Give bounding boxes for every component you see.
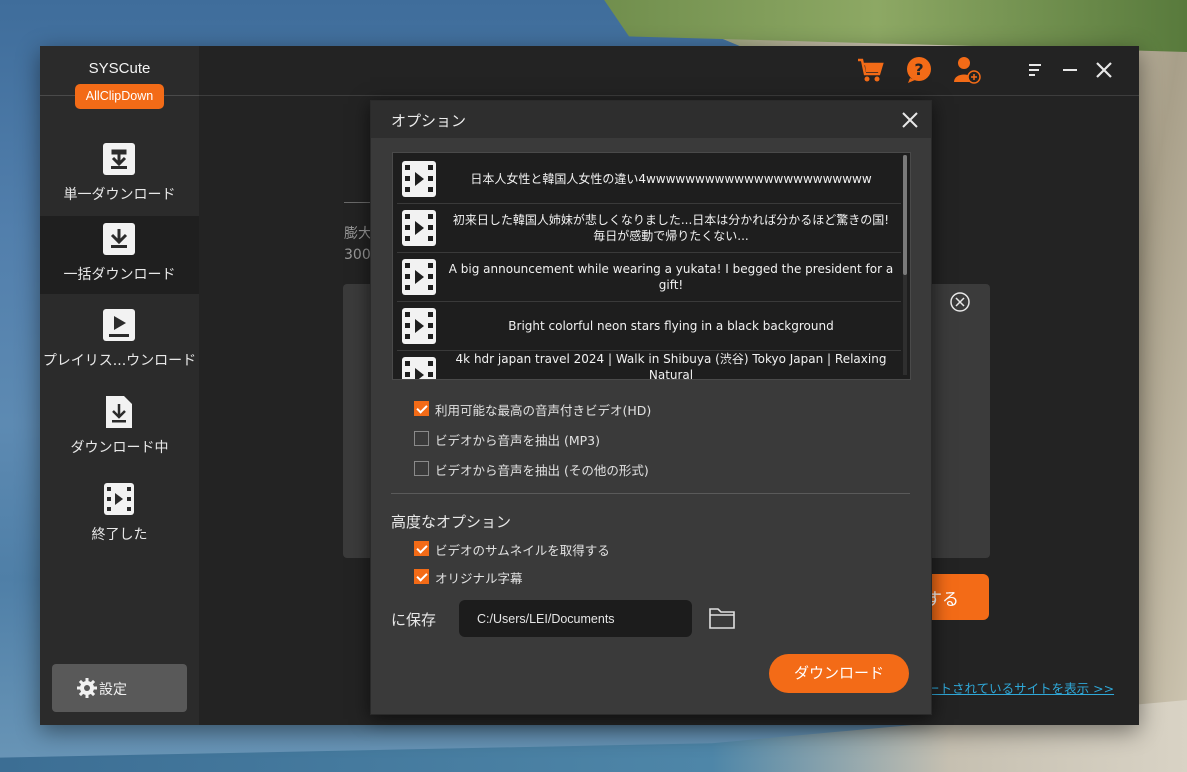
batch-download-icon <box>103 223 135 255</box>
sidebar-item-label: 終了した <box>91 527 148 543</box>
dialog-header: オプション <box>371 101 931 138</box>
close-icon[interactable] <box>1094 60 1114 80</box>
save-to-label: に保存 <box>391 611 437 629</box>
folder-icon[interactable] <box>708 606 736 630</box>
option-label: オリジナル字幕 <box>435 571 523 586</box>
sidebar-item-downloading[interactable]: ダウンロード中 <box>40 389 199 467</box>
checkbox[interactable] <box>414 461 429 476</box>
gear-icon <box>77 678 97 698</box>
video-list[interactable]: 日本人女性と韓国人女性の違い4wwwwwwwwwwwwwwwwwwwwwww 初… <box>392 152 911 380</box>
checkbox[interactable] <box>414 401 429 416</box>
sidebar-item-label: 単一ダウンロード <box>63 187 176 203</box>
settings-label: 設定 <box>99 682 127 698</box>
video-file-icon <box>402 210 436 246</box>
sidebar-item-label: ダウンロード中 <box>70 440 169 456</box>
video-file-icon <box>402 259 436 295</box>
help-icon[interactable]: ? <box>905 56 933 84</box>
checkbox[interactable] <box>414 541 429 556</box>
background-text: 300 <box>344 247 371 263</box>
sidebar-item-label: プレイリス...ウンロード <box>42 353 197 369</box>
save-path-input[interactable] <box>459 600 692 637</box>
video-title: Bright colorful neon stars flying in a b… <box>508 318 834 333</box>
background-text: 膨大 <box>344 226 372 242</box>
video-title: 4k hdr japan travel 2024 | Walk in Shibu… <box>455 352 887 380</box>
download-button[interactable]: ダウンロード <box>769 654 909 693</box>
minimize-icon[interactable] <box>1060 60 1080 80</box>
checkbox[interactable] <box>414 569 429 584</box>
video-file-icon <box>402 308 436 344</box>
product-badge: AllClipDown <box>75 84 164 109</box>
svg-text:?: ? <box>914 60 923 79</box>
sidebar-item-finished[interactable]: 終了した <box>40 476 199 554</box>
add-user-icon[interactable] <box>953 56 981 84</box>
supported-sites-link[interactable]: ートされているサイトを表示 >> <box>927 678 1114 697</box>
video-row[interactable]: 日本人女性と韓国人女性の違い4wwwwwwwwwwwwwwwwwwwwwww <box>397 154 901 204</box>
app-name: SYSCute <box>88 60 151 77</box>
dialog-divider <box>391 493 910 494</box>
video-title: 日本人女性と韓国人女性の違い4wwwwwwwwwwwwwwwwwwwwwww <box>470 171 872 186</box>
advanced-options-title: 高度なオプション <box>391 513 512 531</box>
sidebar-item-batch-download[interactable]: 一括ダウンロード <box>40 216 199 294</box>
sidebar-item-playlist-download[interactable]: プレイリス...ウンロード <box>40 302 199 380</box>
video-row[interactable]: A big announcement while wearing a yukat… <box>397 252 901 302</box>
downloading-icon <box>106 396 132 428</box>
sidebar: SYSCute AllClipDown 単一ダウンロード 一括ダウンロード プレ… <box>40 46 199 725</box>
topbar-divider <box>199 95 1139 96</box>
finished-video-icon <box>104 483 134 515</box>
sidebar-item-label: 一括ダウンロード <box>63 267 176 283</box>
option-label: ビデオから音声を抽出 (その他の形式) <box>435 463 649 478</box>
option-label: ビデオのサムネイルを取得する <box>435 543 610 558</box>
video-file-icon <box>402 357 436 379</box>
video-row[interactable]: 4k hdr japan travel 2024 | Walk in Shibu… <box>397 350 901 380</box>
option-label: 利用可能な最高の音声付きビデオ(HD) <box>435 403 652 418</box>
option-label: ビデオから音声を抽出 (MP3) <box>435 433 601 448</box>
video-title: 初来日した韓国人姉妹が悲しくなりました...日本は分かれば分かるほど驚きの国! … <box>452 212 890 243</box>
dialog-title: オプション <box>391 112 467 130</box>
sidebar-item-single-download[interactable]: 単一ダウンロード <box>40 136 199 214</box>
download-icon <box>103 143 135 175</box>
video-file-icon <box>402 161 436 197</box>
video-row[interactable]: 初来日した韓国人姉妹が悲しくなりました...日本は分かれば分かるほど驚きの国! … <box>397 203 901 253</box>
options-dialog: オプション 日本人女性と韓国人女性の違い4wwwwwwwwwwwwwwwwwww… <box>370 100 932 715</box>
cart-icon[interactable] <box>856 56 884 84</box>
video-row[interactable]: Bright colorful neon stars flying in a b… <box>397 301 901 351</box>
menu-icon[interactable] <box>1025 60 1045 80</box>
list-scrollbar-thumb[interactable] <box>903 155 907 275</box>
settings-button[interactable]: 設定 <box>52 664 187 712</box>
video-title: A big announcement while wearing a yukat… <box>448 261 894 292</box>
clear-icon[interactable] <box>949 291 971 313</box>
dialog-close-icon[interactable] <box>900 110 920 130</box>
playlist-icon <box>103 309 135 341</box>
checkbox[interactable] <box>414 431 429 446</box>
